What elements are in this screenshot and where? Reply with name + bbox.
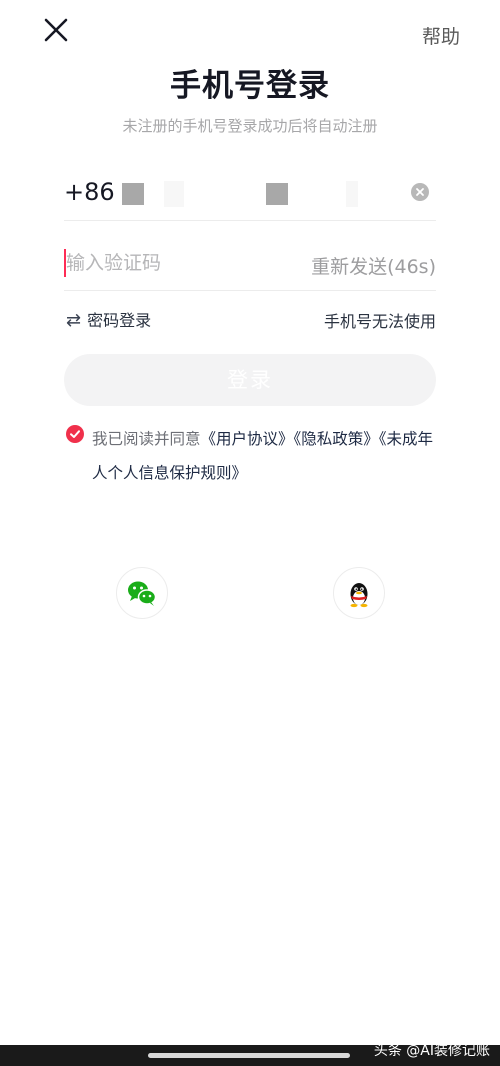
help-link[interactable]: 帮助: [422, 22, 460, 49]
country-code-selector[interactable]: +86: [64, 178, 115, 206]
phone-number-mask: [266, 183, 288, 205]
phone-number-mask-faint: [164, 181, 184, 207]
agreement-checkbox[interactable]: [66, 425, 84, 443]
phone-input-row[interactable]: +86: [64, 168, 436, 221]
phone-number-mask: [122, 183, 144, 205]
code-input-row[interactable]: 重新发送(46s): [64, 240, 436, 291]
close-button[interactable]: [40, 14, 72, 46]
clear-icon: [416, 188, 424, 196]
qq-icon: [350, 583, 368, 608]
password-login-label: 密码登录: [87, 311, 152, 330]
agreement-text: 我已阅读并同意《用户协议》《隐私政策》《未成年人个人信息保护规则》: [92, 422, 440, 490]
resend-code-button[interactable]: 重新发送(46s): [311, 252, 436, 279]
page-title: 手机号登录: [170, 68, 330, 104]
close-icon: [44, 18, 68, 42]
privacy-policy-link[interactable]: 《隐私政策》: [294, 430, 379, 448]
user-agreement-link[interactable]: 《用户协议》: [201, 430, 294, 448]
qq-login-button[interactable]: [333, 567, 385, 619]
password-login-link[interactable]: ⇄ 密码登录: [66, 307, 151, 331]
wechat-login-button[interactable]: [116, 567, 168, 619]
page-subtitle: 未注册的手机号登录成功后将自动注册: [122, 117, 378, 135]
login-button[interactable]: 登录: [64, 354, 436, 406]
clear-phone-button[interactable]: [411, 183, 429, 201]
home-indicator[interactable]: [148, 1053, 350, 1058]
watermark: 头条 @AI装修记账: [373, 1043, 490, 1059]
check-icon: [70, 430, 80, 438]
verification-code-input[interactable]: [66, 246, 286, 280]
agreement-prefix: 我已阅读并同意: [92, 430, 201, 448]
wechat-icon: [128, 581, 157, 606]
swap-icon: ⇄: [66, 310, 82, 331]
phone-number-mask-faint: [346, 181, 358, 207]
phone-unavailable-link[interactable]: 手机号无法使用: [324, 308, 436, 332]
